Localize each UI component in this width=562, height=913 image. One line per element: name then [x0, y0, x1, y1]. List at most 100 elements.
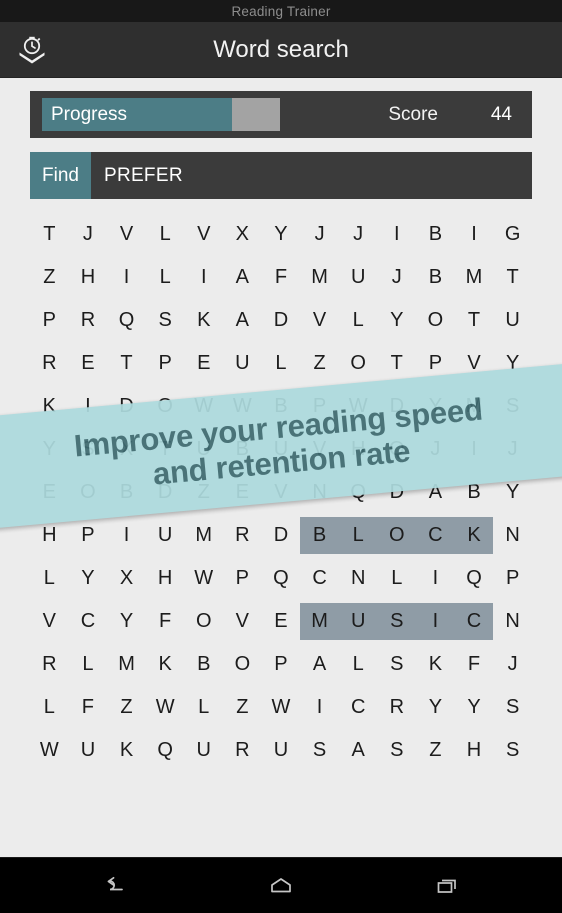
- stopwatch-book-icon[interactable]: [13, 31, 51, 69]
- grid-cell[interactable]: K: [107, 732, 146, 769]
- grid-cell[interactable]: B: [416, 216, 455, 253]
- grid-cell[interactable]: L: [146, 259, 185, 296]
- grid-cell[interactable]: B: [184, 646, 223, 683]
- grid-cell[interactable]: V: [223, 603, 262, 640]
- grid-cell[interactable]: N: [339, 560, 378, 597]
- grid-cell[interactable]: O: [339, 345, 378, 382]
- grid-cell[interactable]: I: [377, 216, 416, 253]
- grid-cell[interactable]: N: [493, 603, 532, 640]
- grid-cell[interactable]: L: [30, 560, 69, 597]
- grid-cell[interactable]: L: [262, 345, 301, 382]
- grid-cell[interactable]: B: [416, 259, 455, 296]
- grid-cell[interactable]: X: [223, 216, 262, 253]
- grid-cell[interactable]: Y: [455, 689, 494, 726]
- grid-cell[interactable]: N: [493, 517, 532, 554]
- grid-cell[interactable]: F: [455, 646, 494, 683]
- grid-cell[interactable]: S: [377, 646, 416, 683]
- grid-cell[interactable]: S: [493, 732, 532, 769]
- grid-cell[interactable]: R: [223, 517, 262, 554]
- grid-cell[interactable]: U: [339, 259, 378, 296]
- grid-cell[interactable]: L: [146, 216, 185, 253]
- grid-cell[interactable]: A: [300, 646, 339, 683]
- grid-cell[interactable]: Y: [69, 560, 108, 597]
- grid-cell[interactable]: V: [300, 302, 339, 339]
- grid-cell[interactable]: I: [107, 259, 146, 296]
- grid-cell[interactable]: P: [146, 345, 185, 382]
- grid-cell[interactable]: U: [184, 732, 223, 769]
- grid-cell[interactable]: C: [339, 689, 378, 726]
- grid-cell-found[interactable]: L: [338, 517, 378, 554]
- grid-cell[interactable]: P: [493, 560, 532, 597]
- grid-cell[interactable]: Q: [262, 560, 301, 597]
- grid-cell[interactable]: K: [146, 646, 185, 683]
- grid-cell[interactable]: Q: [146, 732, 185, 769]
- grid-cell[interactable]: P: [262, 646, 301, 683]
- grid-cell[interactable]: D: [262, 517, 301, 554]
- grid-cell[interactable]: Q: [455, 560, 494, 597]
- grid-cell[interactable]: S: [493, 689, 532, 726]
- grid-cell[interactable]: R: [377, 689, 416, 726]
- grid-cell[interactable]: E: [184, 345, 223, 382]
- grid-cell-found[interactable]: O: [377, 517, 417, 554]
- grid-cell[interactable]: I: [107, 517, 146, 554]
- grid-cell[interactable]: L: [339, 646, 378, 683]
- grid-cell[interactable]: X: [107, 560, 146, 597]
- grid-cell[interactable]: M: [455, 259, 494, 296]
- grid-cell[interactable]: L: [339, 302, 378, 339]
- grid-cell-found[interactable]: C: [454, 603, 494, 640]
- grid-cell[interactable]: E: [69, 345, 108, 382]
- grid-cell[interactable]: Z: [30, 259, 69, 296]
- grid-cell[interactable]: T: [493, 259, 532, 296]
- grid-cell[interactable]: J: [339, 216, 378, 253]
- grid-cell[interactable]: K: [416, 646, 455, 683]
- grid-cell[interactable]: O: [416, 302, 455, 339]
- grid-cell[interactable]: U: [262, 732, 301, 769]
- grid-cell[interactable]: F: [146, 603, 185, 640]
- grid-cell[interactable]: I: [455, 216, 494, 253]
- grid-cell[interactable]: A: [223, 259, 262, 296]
- grid-cell[interactable]: I: [184, 259, 223, 296]
- grid-cell[interactable]: F: [69, 689, 108, 726]
- grid-cell-found[interactable]: I: [416, 603, 455, 640]
- grid-cell[interactable]: S: [300, 732, 339, 769]
- grid-cell[interactable]: P: [69, 517, 108, 554]
- grid-cell[interactable]: M: [184, 517, 223, 554]
- grid-cell[interactable]: J: [377, 259, 416, 296]
- grid-cell[interactable]: Y: [416, 689, 455, 726]
- grid-cell[interactable]: F: [262, 259, 301, 296]
- grid-cell[interactable]: H: [455, 732, 494, 769]
- grid-cell[interactable]: T: [455, 302, 494, 339]
- grid-cell[interactable]: U: [223, 345, 262, 382]
- grid-cell[interactable]: O: [184, 603, 223, 640]
- grid-cell[interactable]: W: [30, 732, 69, 769]
- grid-cell-found[interactable]: K: [454, 517, 494, 554]
- grid-cell[interactable]: W: [146, 689, 185, 726]
- grid-cell[interactable]: Y: [107, 603, 146, 640]
- grid-cell[interactable]: Y: [377, 302, 416, 339]
- back-icon[interactable]: [92, 867, 138, 905]
- grid-cell[interactable]: Z: [223, 689, 262, 726]
- grid-cell[interactable]: U: [493, 302, 532, 339]
- grid-cell[interactable]: V: [30, 603, 69, 640]
- grid-cell[interactable]: R: [69, 302, 108, 339]
- grid-cell[interactable]: Q: [107, 302, 146, 339]
- grid-cell[interactable]: Z: [107, 689, 146, 726]
- grid-cell[interactable]: P: [223, 560, 262, 597]
- grid-cell[interactable]: U: [69, 732, 108, 769]
- grid-cell[interactable]: E: [262, 603, 301, 640]
- grid-cell[interactable]: L: [30, 689, 69, 726]
- grid-cell[interactable]: G: [493, 216, 532, 253]
- grid-cell[interactable]: Y: [262, 216, 301, 253]
- grid-cell[interactable]: L: [184, 689, 223, 726]
- grid-cell[interactable]: U: [146, 517, 185, 554]
- grid-cell[interactable]: R: [30, 345, 69, 382]
- grid-cell-found[interactable]: M: [300, 603, 339, 640]
- grid-cell-found[interactable]: B: [300, 517, 339, 554]
- grid-cell[interactable]: R: [223, 732, 262, 769]
- recents-icon[interactable]: [424, 867, 470, 905]
- grid-cell[interactable]: T: [30, 216, 69, 253]
- grid-cell[interactable]: S: [377, 732, 416, 769]
- grid-cell[interactable]: Z: [300, 345, 339, 382]
- grid-cell[interactable]: C: [300, 560, 339, 597]
- grid-cell[interactable]: T: [377, 345, 416, 382]
